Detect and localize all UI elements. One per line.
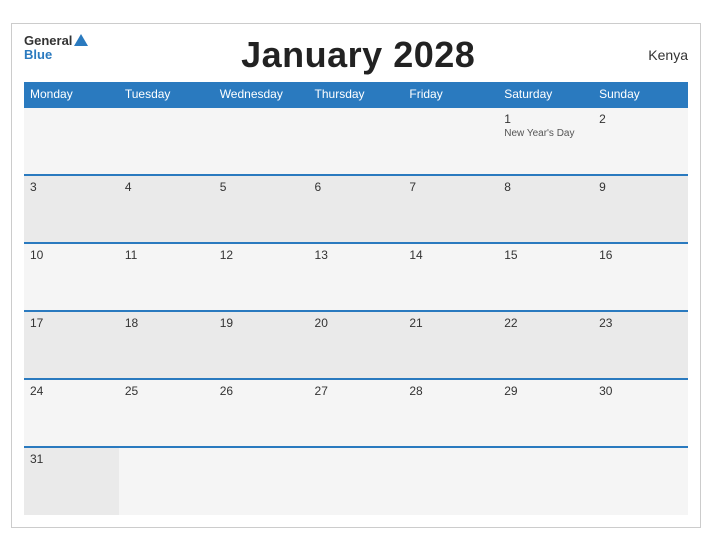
- country-label: Kenya: [628, 47, 688, 63]
- calendar-week-row: 31: [24, 447, 688, 515]
- logo-blue-text: Blue: [24, 48, 52, 62]
- calendar-cell: 3: [24, 175, 119, 243]
- calendar-week-row: 10 11 12 13 14 15 16: [24, 243, 688, 311]
- calendar-cell: 6: [309, 175, 404, 243]
- holiday-label: New Year's Day: [504, 128, 587, 139]
- logo-area: General Blue: [24, 34, 88, 63]
- calendar-cell: 9: [593, 175, 688, 243]
- calendar-cell: [309, 107, 404, 175]
- calendar-title: January 2028: [88, 34, 628, 76]
- day-number: 28: [409, 384, 492, 398]
- calendar-cell: 5: [214, 175, 309, 243]
- calendar-cell: [214, 447, 309, 515]
- calendar-cell: 7: [403, 175, 498, 243]
- calendar-cell: 11: [119, 243, 214, 311]
- calendar-cell: 1 New Year's Day: [498, 107, 593, 175]
- calendar-cell: 27: [309, 379, 404, 447]
- calendar-cell: [403, 107, 498, 175]
- day-number: 14: [409, 248, 492, 262]
- calendar-cell: 17: [24, 311, 119, 379]
- weekday-header-sunday: Sunday: [593, 82, 688, 107]
- calendar-tbody: 1New Year's Day2345678910111213141516171…: [24, 107, 688, 515]
- weekday-header-monday: Monday: [24, 82, 119, 107]
- calendar-cell: 18: [119, 311, 214, 379]
- logo-triangle-icon: [74, 34, 88, 46]
- calendar-cell: 26: [214, 379, 309, 447]
- day-number: 12: [220, 248, 303, 262]
- day-number: 29: [504, 384, 587, 398]
- day-number: 18: [125, 316, 208, 330]
- calendar-week-row: 1 New Year's Day 2: [24, 107, 688, 175]
- day-number: 25: [125, 384, 208, 398]
- day-number: 30: [599, 384, 682, 398]
- calendar-cell: [498, 447, 593, 515]
- day-number: 21: [409, 316, 492, 330]
- day-number: 31: [30, 452, 113, 466]
- weekday-header-thursday: Thursday: [309, 82, 404, 107]
- calendar-week-row: 3456789: [24, 175, 688, 243]
- calendar-cell: [309, 447, 404, 515]
- day-number: 19: [220, 316, 303, 330]
- day-number: 5: [220, 180, 303, 194]
- calendar-cell: 20: [309, 311, 404, 379]
- calendar-container: General Blue January 2028 Kenya MondayTu…: [11, 23, 701, 528]
- calendar-cell: [403, 447, 498, 515]
- calendar-cell: 4: [119, 175, 214, 243]
- calendar-cell: [24, 107, 119, 175]
- day-number: 6: [315, 180, 398, 194]
- day-number: 8: [504, 180, 587, 194]
- day-number: 13: [315, 248, 398, 262]
- calendar-week-row: 24 25 26 27 28 29 30: [24, 379, 688, 447]
- weekday-header-tuesday: Tuesday: [119, 82, 214, 107]
- calendar-cell: [593, 447, 688, 515]
- day-number: 7: [409, 180, 492, 194]
- day-number: 24: [30, 384, 113, 398]
- day-number: 11: [125, 248, 208, 262]
- calendar-cell: 28: [403, 379, 498, 447]
- calendar-cell: 23: [593, 311, 688, 379]
- day-number: 26: [220, 384, 303, 398]
- calendar-cell: 13: [309, 243, 404, 311]
- calendar-thead: MondayTuesdayWednesdayThursdayFridaySatu…: [24, 82, 688, 107]
- day-number: 20: [315, 316, 398, 330]
- day-number: 10: [30, 248, 113, 262]
- day-number: 2: [599, 112, 682, 126]
- day-number: 22: [504, 316, 587, 330]
- calendar-grid: MondayTuesdayWednesdayThursdayFridaySatu…: [24, 82, 688, 515]
- weekday-header-friday: Friday: [403, 82, 498, 107]
- calendar-cell: 15: [498, 243, 593, 311]
- calendar-week-row: 17 18 19 20 21 22 23: [24, 311, 688, 379]
- calendar-cell: [119, 447, 214, 515]
- calendar-cell: 30: [593, 379, 688, 447]
- calendar-cell: 21: [403, 311, 498, 379]
- calendar-cell: 31: [24, 447, 119, 515]
- day-number: 3: [30, 180, 113, 194]
- calendar-cell: 29: [498, 379, 593, 447]
- calendar-cell: 24: [24, 379, 119, 447]
- calendar-cell: 12: [214, 243, 309, 311]
- weekday-header-wednesday: Wednesday: [214, 82, 309, 107]
- day-number: 15: [504, 248, 587, 262]
- calendar-cell: 19: [214, 311, 309, 379]
- calendar-cell: 10: [24, 243, 119, 311]
- calendar-cell: 16: [593, 243, 688, 311]
- day-number: 16: [599, 248, 682, 262]
- day-number: 17: [30, 316, 113, 330]
- calendar-cell: [119, 107, 214, 175]
- calendar-cell: 25: [119, 379, 214, 447]
- calendar-cell: 14: [403, 243, 498, 311]
- day-number: 1: [504, 112, 587, 126]
- calendar-cell: 8: [498, 175, 593, 243]
- day-number: 23: [599, 316, 682, 330]
- calendar-cell: 2: [593, 107, 688, 175]
- weekday-header-row: MondayTuesdayWednesdayThursdayFridaySatu…: [24, 82, 688, 107]
- calendar-header: General Blue January 2028 Kenya: [24, 34, 688, 76]
- calendar-cell: 22: [498, 311, 593, 379]
- calendar-cell: [214, 107, 309, 175]
- day-number: 27: [315, 384, 398, 398]
- weekday-header-saturday: Saturday: [498, 82, 593, 107]
- day-number: 4: [125, 180, 208, 194]
- day-number: 9: [599, 180, 682, 194]
- logo-general-text: General: [24, 34, 72, 48]
